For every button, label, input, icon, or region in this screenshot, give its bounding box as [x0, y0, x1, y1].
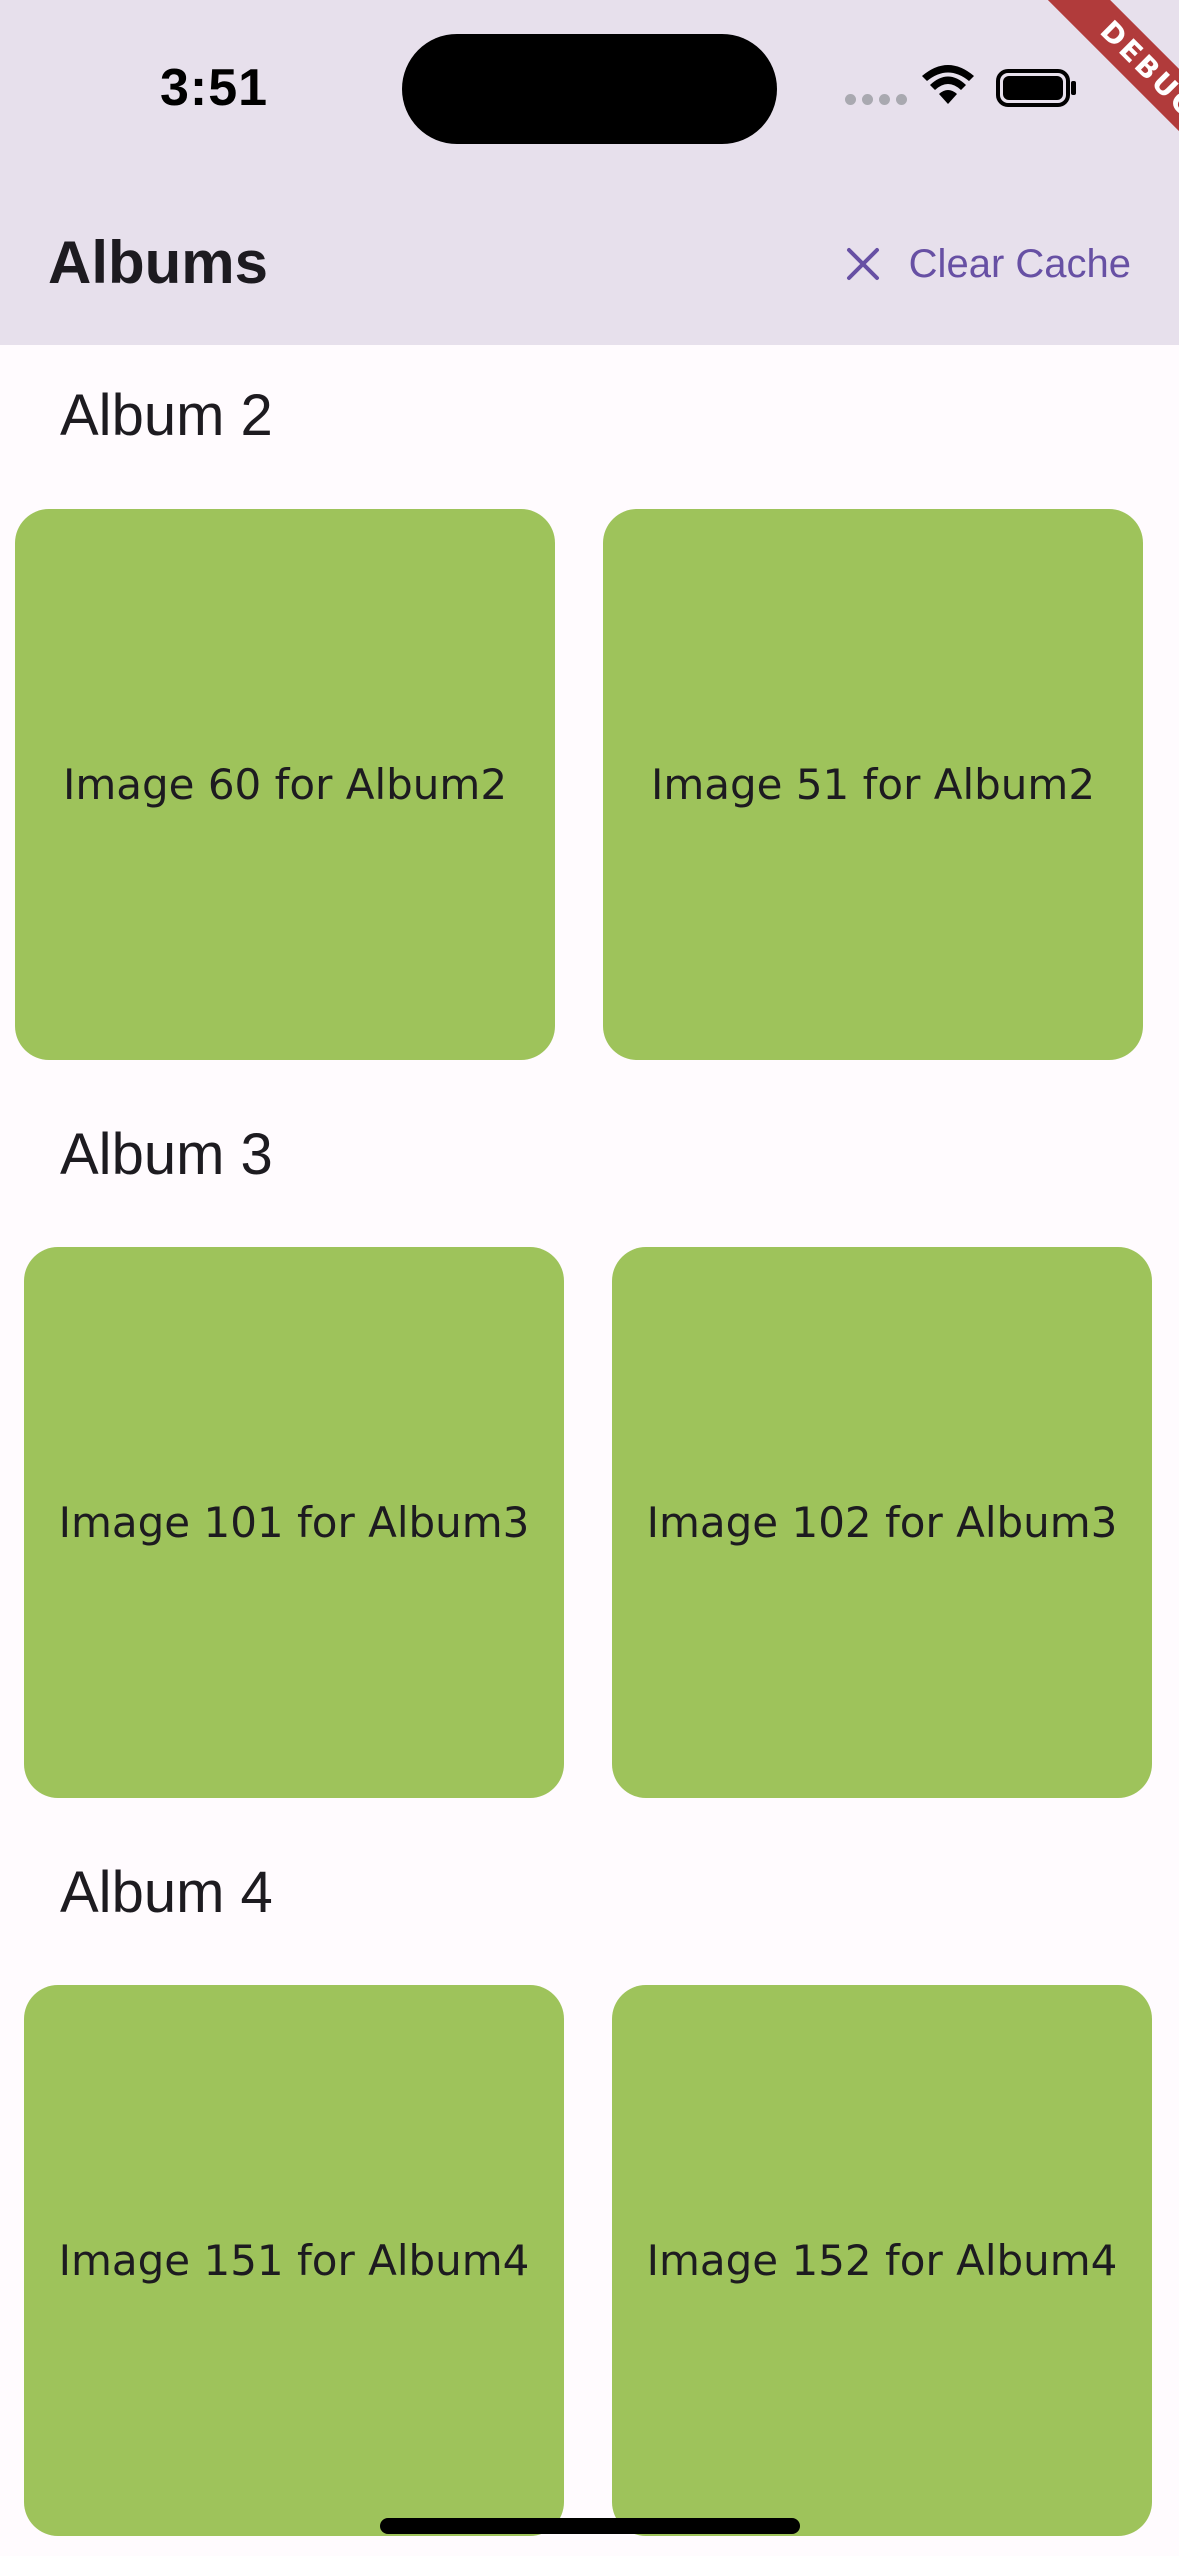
page-title: Albums [48, 229, 269, 296]
album-heading: Album 2 [60, 383, 273, 448]
image-tile[interactable]: Image 101 for Album3 [24, 1247, 564, 1798]
wifi-icon [922, 65, 974, 104]
album-heading: Album 4 [60, 1860, 273, 1925]
debug-banner: DEBUG [979, 0, 1179, 200]
image-tile[interactable]: Image 51 for Album2 [603, 509, 1143, 1060]
close-icon [846, 248, 879, 280]
app-bar: 3:51 DEBUG Albums Clear Cache [0, 0, 1179, 345]
app-screen: 3:51 DEBUG Albums Clear Cache Album 2 Im… [0, 0, 1179, 2556]
image-tile[interactable]: Image 151 for Album4 [24, 1985, 564, 2536]
status-time: 3:51 [160, 59, 269, 117]
image-tile-label: Image 151 for Album4 [58, 2236, 530, 2285]
album-heading: Album 3 [60, 1122, 273, 1187]
image-tile-label: Image 51 for Album2 [650, 760, 1096, 809]
dynamic-island [402, 34, 777, 144]
cellular-signal-icon [845, 94, 907, 105]
clear-cache-label: Clear Cache [908, 241, 1131, 286]
image-tile-label: Image 102 for Album3 [646, 1498, 1118, 1547]
home-indicator[interactable] [380, 2518, 800, 2534]
image-tile-label: Image 152 for Album4 [646, 2236, 1118, 2285]
debug-label: DEBUG [1041, 0, 1179, 178]
clear-cache-button[interactable]: Clear Cache [843, 234, 1131, 294]
image-tile[interactable]: Image 60 for Album2 [15, 509, 555, 1060]
image-tile-label: Image 101 for Album3 [58, 1498, 530, 1547]
image-tile[interactable]: Image 152 for Album4 [612, 1985, 1152, 2536]
image-tile[interactable]: Image 102 for Album3 [612, 1247, 1152, 1798]
image-tile-label: Image 60 for Album2 [62, 760, 508, 809]
